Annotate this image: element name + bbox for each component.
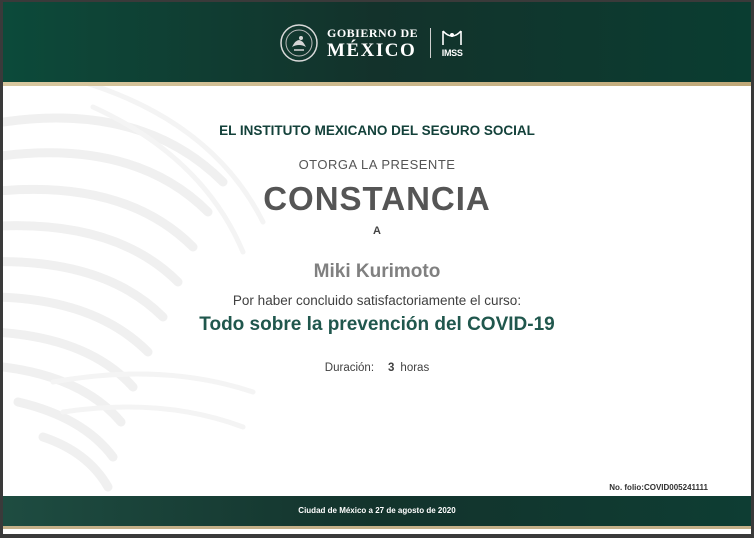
gobierno-de-text: GOBIERNO DE — [327, 25, 419, 40]
recipient-name: Miki Kurimoto — [313, 261, 441, 282]
to-text: A — [373, 225, 381, 237]
duration-unit: horas — [400, 362, 430, 374]
completion-reason: Por haber concluido satisfactoriamente e… — [232, 293, 522, 308]
course-name: Todo sobre la prevención del COVID-19 — [199, 314, 555, 335]
duration-value: 3 — [388, 362, 395, 374]
gobierno-brand: GOBIERNO DE MÉXICO IMSS — [279, 24, 463, 62]
brand-divider — [430, 28, 432, 58]
footer-gold-line — [3, 526, 751, 529]
imss-logo-text: IMSS — [441, 47, 463, 58]
imss-eagle-icon — [442, 29, 462, 45]
certificate-title: CONSTANCIA — [263, 180, 491, 217]
place-date: Ciudad de México a 27 de agosto de 2020 — [298, 506, 456, 515]
coat-of-arms-icon — [280, 24, 318, 62]
header-gold-line — [3, 82, 751, 86]
duration: Duración: 3 horas — [3, 362, 751, 374]
mexico-text: MÉXICO — [327, 39, 417, 61]
certificate-page: GOBIERNO DE MÉXICO IMSS EL INSTITUTO MEX… — [3, 2, 751, 534]
institution-name: EL INSTITUTO MEXICANO DEL SEGURO SOCIAL — [219, 123, 535, 138]
duration-label: Duración: — [324, 362, 375, 374]
grants-text: OTORGA LA PRESENTE — [298, 157, 456, 172]
imss-logo: IMSS — [441, 29, 463, 58]
folio-number: No. folio:COVID005241111 — [609, 483, 708, 492]
footer-banner: Ciudad de México a 27 de agosto de 2020 — [3, 496, 751, 526]
header-banner: GOBIERNO DE MÉXICO IMSS — [3, 2, 751, 82]
